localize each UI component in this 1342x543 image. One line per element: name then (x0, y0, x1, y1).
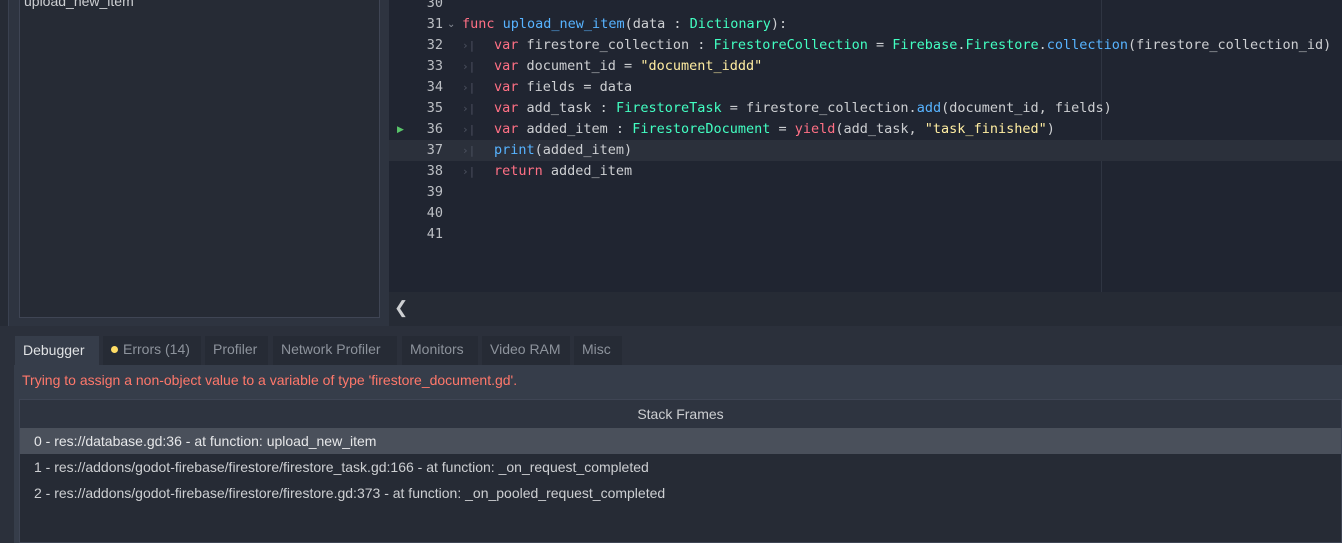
debugger-panel: Trying to assign a non-object value to a… (14, 365, 1342, 543)
tab-label: Monitors (410, 341, 464, 357)
warning-dot-icon (111, 346, 118, 353)
code-line-34[interactable]: 34 ›| var fields = data (389, 77, 1342, 98)
tab-misc[interactable]: Misc (574, 336, 622, 365)
chevron-left-icon[interactable]: ❮ (394, 298, 408, 318)
left-dock-edge (0, 0, 9, 326)
line-number: 30 (426, 0, 443, 11)
tab-marker-icon: ›| (462, 39, 476, 52)
stack-frames-tree[interactable]: Stack Frames 0 - res://database.gd:36 - … (19, 399, 1342, 543)
code-line-40[interactable]: 40 (389, 203, 1342, 224)
code-text: var add_task : FirestoreTask = firestore… (494, 100, 1112, 116)
line-number: 33 (426, 58, 443, 74)
tab-marker-icon: ›| (462, 102, 476, 115)
code-text: var document_id = "document_iddd" (494, 58, 763, 74)
line-number: 36 (426, 121, 443, 137)
stack-frame-text: 1 - res://addons/godot-firebase/firestor… (34, 459, 649, 475)
code-line-33[interactable]: 33 ›| var document_id = "document_iddd" (389, 56, 1342, 77)
code-text: var fields = data (494, 79, 633, 95)
line-number: 37 (426, 142, 443, 158)
stack-frame-row[interactable]: 0 - res://database.gd:36 - at function: … (20, 428, 1341, 454)
code-text: print(added_item) (494, 142, 633, 158)
code-text: return added_item (494, 163, 633, 179)
code-text: var firestore_collection : FirestoreColl… (494, 37, 1332, 53)
stack-frame-row[interactable]: 2 - res://addons/godot-firebase/firestor… (20, 480, 1341, 506)
code-line-31[interactable]: 31 ⌄ func upload_new_item(data : Diction… (389, 14, 1342, 35)
stack-frame-text: 2 - res://addons/godot-firebase/firestor… (34, 485, 666, 501)
code-text: var added_item : FirestoreDocument = yie… (494, 121, 1055, 137)
code-line-32[interactable]: 32 ›| var firestore_collection : Firesto… (389, 35, 1342, 56)
tab-video-ram[interactable]: Video RAM (482, 336, 570, 365)
stack-frame-text: 0 - res://database.gd:36 - at function: … (34, 433, 377, 449)
line-number: 35 (426, 100, 443, 116)
error-message: Trying to assign a non-object value to a… (22, 372, 518, 388)
code-line-39[interactable]: 39 (389, 182, 1342, 203)
code-editor[interactable]: 30 31 ⌄ func upload_new_item(data : Dict… (389, 0, 1342, 292)
code-line-38[interactable]: 38 ›| return added_item (389, 161, 1342, 182)
tab-label: Errors (14) (123, 341, 190, 357)
editor-bottom-bar: ❮ (389, 292, 1342, 326)
tab-marker-icon: ›| (462, 165, 476, 178)
tab-profiler[interactable]: Profiler (205, 336, 268, 365)
tab-monitors[interactable]: Monitors (402, 336, 478, 365)
line-number: 41 (426, 226, 443, 242)
tab-debugger[interactable]: Debugger (15, 336, 99, 365)
code-line-30[interactable]: 30 (389, 0, 1342, 14)
tab-errors[interactable]: Errors (14) (103, 336, 201, 365)
tab-marker-icon: ›| (462, 144, 476, 157)
function-list-item[interactable]: upload_new_item (24, 0, 134, 9)
code-line-36[interactable]: ▶ 36 ›| var added_item : FirestoreDocume… (389, 119, 1342, 140)
stack-frames-header: Stack Frames (20, 400, 1341, 428)
fold-arrow-icon[interactable]: ⌄ (447, 14, 455, 35)
tab-label: Video RAM (490, 341, 561, 357)
code-text: func upload_new_item(data : Dictionary): (462, 16, 788, 32)
line-number: 38 (426, 163, 443, 179)
tab-marker-icon: ›| (462, 60, 476, 73)
line-number: 39 (426, 184, 443, 200)
tab-label: Misc (582, 341, 611, 357)
line-number: 31 (426, 16, 443, 32)
tab-marker-icon: ›| (462, 81, 476, 94)
stack-frame-row[interactable]: 1 - res://addons/godot-firebase/firestor… (20, 454, 1341, 480)
tab-label: Debugger (23, 342, 85, 358)
tab-marker-icon: ›| (462, 123, 476, 136)
code-line-41[interactable]: 41 (389, 224, 1342, 245)
code-line-37[interactable]: 37 ›| print(added_item) (389, 140, 1342, 161)
function-list-panel: upload_new_item (19, 0, 380, 318)
code-line-35[interactable]: 35 ›| var add_task : FirestoreTask = fir… (389, 98, 1342, 119)
line-number: 34 (426, 79, 443, 95)
tab-label: Network Profiler (281, 341, 381, 357)
tab-label: Profiler (213, 341, 258, 357)
line-number: 32 (426, 37, 443, 53)
line-number: 40 (426, 205, 443, 221)
tab-network-profiler[interactable]: Network Profiler (273, 336, 397, 365)
bottom-panel-tabbar: Debugger Errors (14) Profiler Network Pr… (0, 326, 1342, 365)
